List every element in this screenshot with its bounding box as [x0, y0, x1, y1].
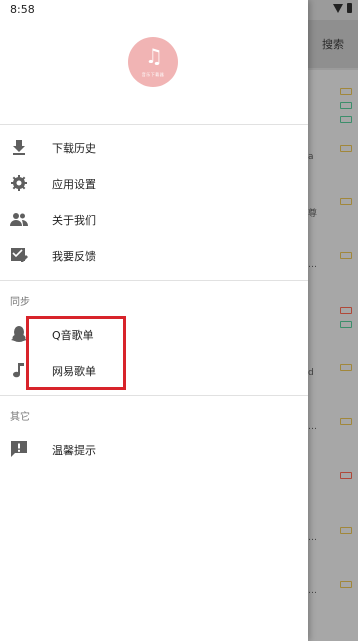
bg-mv-badge — [340, 102, 352, 109]
menu-item-feedback[interactable]: 我要反馈 — [0, 238, 308, 274]
alert-icon — [11, 441, 27, 457]
status-time: 8:58 — [10, 3, 35, 16]
divider — [0, 280, 308, 281]
bg-quality-badge — [340, 145, 352, 152]
bg-hr-badge — [340, 307, 352, 314]
bg-snippet: 尊 — [308, 209, 318, 219]
music-note-logo-icon: ♫ — [145, 44, 163, 68]
battery-icon — [347, 3, 352, 13]
wifi-icon — [333, 3, 343, 13]
bg-quality-badge — [340, 418, 352, 425]
bg-quality-badge — [340, 364, 352, 371]
background-search-label[interactable]: 搜索 — [322, 36, 344, 52]
menu-item-download-history[interactable]: 下载历史 — [0, 130, 308, 166]
bg-snippet: … — [308, 260, 317, 270]
bg-snippet: … — [308, 586, 317, 596]
menu-label: 关于我们 — [52, 214, 96, 227]
bg-mv-badge — [340, 321, 352, 328]
menu-item-about-us[interactable]: 关于我们 — [0, 202, 308, 238]
status-bar: 8:58 — [0, 0, 358, 20]
highlight-annotation-box — [26, 316, 126, 390]
menu-label: 我要反馈 — [52, 250, 96, 263]
menu-label: 温馨提示 — [52, 444, 96, 457]
app-logo[interactable]: ♫ 音乐下载器 — [128, 37, 178, 87]
bg-hr-badge — [340, 472, 352, 479]
people-icon — [10, 213, 28, 226]
bg-snippet: d — [308, 368, 314, 378]
download-icon — [13, 140, 25, 155]
section-title-sync: 同步 — [10, 297, 30, 308]
drawer-header: ♫ 音乐下载器 — [0, 20, 308, 124]
divider — [0, 124, 308, 125]
bg-quality-badge — [340, 581, 352, 588]
bg-quality-badge — [340, 88, 352, 95]
bg-quality-badge — [340, 198, 352, 205]
bg-mv-badge — [340, 116, 352, 123]
feedback-icon — [11, 248, 28, 262]
bg-snippet: … — [308, 533, 317, 543]
logo-text: 音乐下载器 — [141, 72, 165, 77]
bg-quality-badge — [340, 252, 352, 259]
menu-item-app-settings[interactable]: 应用设置 — [0, 166, 308, 202]
bg-quality-badge — [340, 527, 352, 534]
bg-snippet: a — [308, 152, 314, 162]
status-icons — [333, 3, 352, 13]
divider — [0, 395, 308, 396]
section-title-other: 其它 — [10, 412, 30, 423]
menu-item-tips[interactable]: 温馨提示 — [0, 432, 308, 468]
gear-icon — [11, 175, 27, 191]
menu-label: 应用设置 — [52, 178, 96, 191]
bg-snippet: … — [308, 422, 317, 432]
menu-label: 下载历史 — [52, 142, 96, 155]
